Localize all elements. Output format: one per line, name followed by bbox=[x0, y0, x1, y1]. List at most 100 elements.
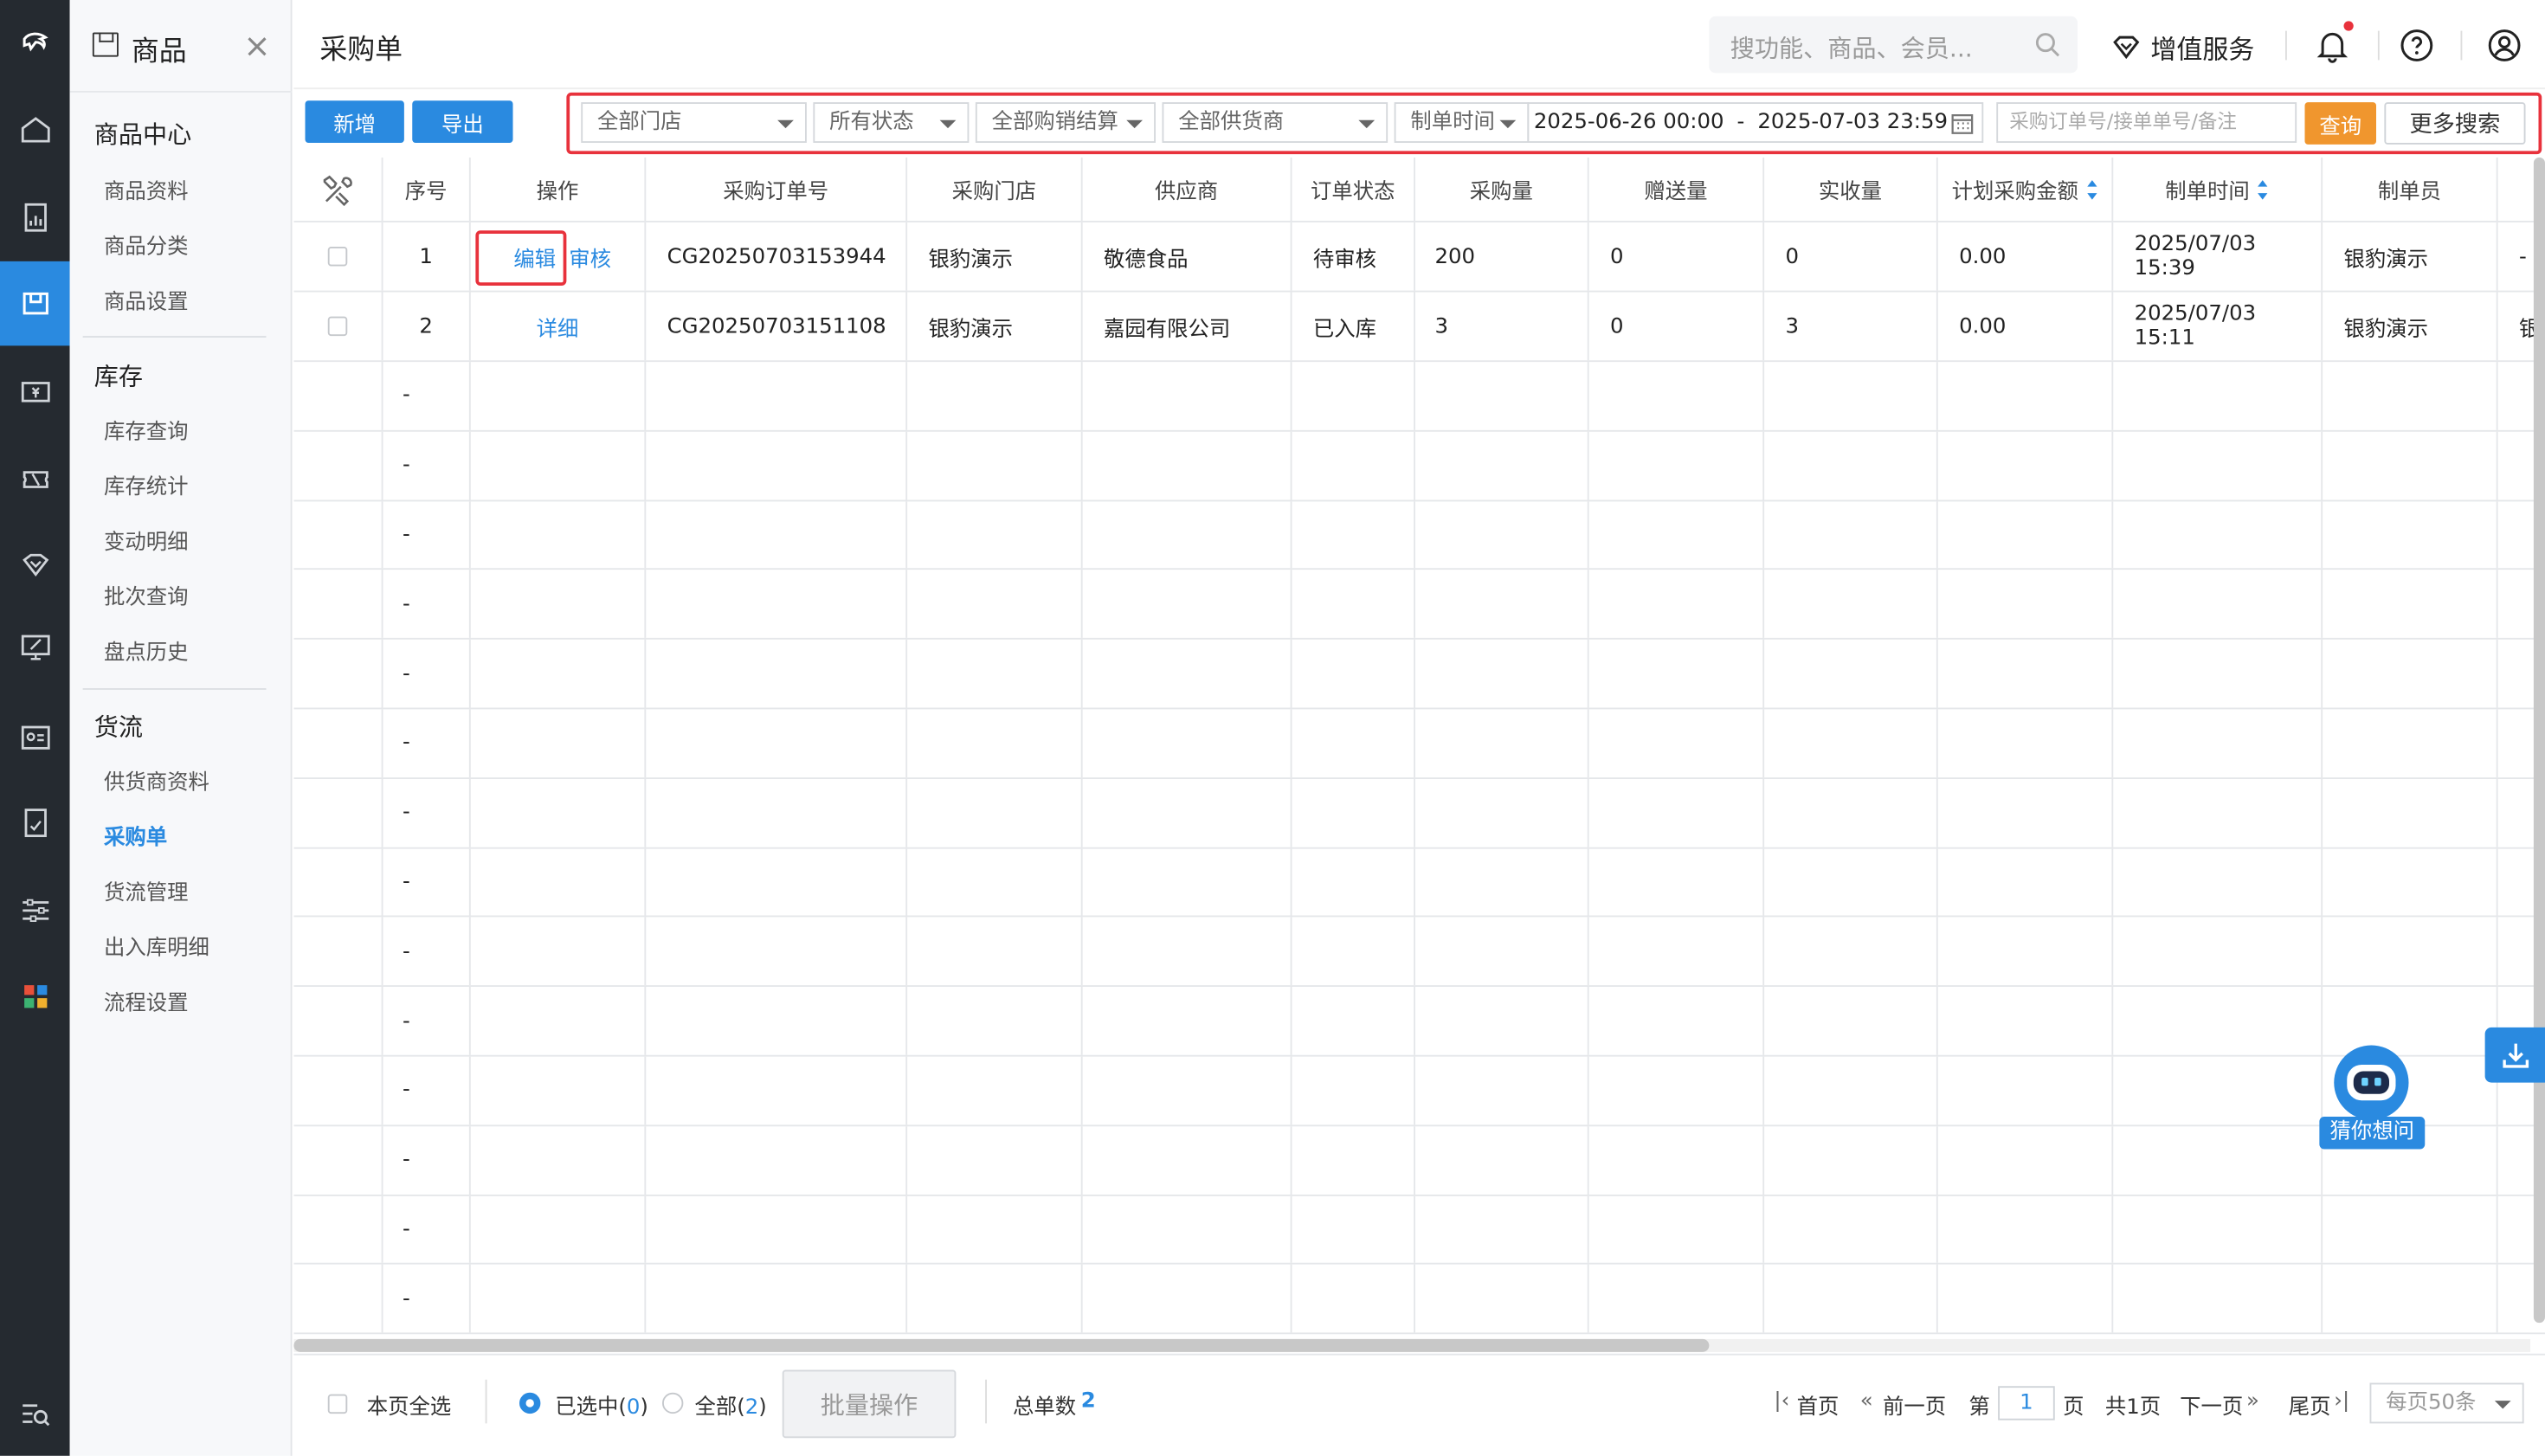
empty-cell bbox=[1589, 1056, 1765, 1124]
empty-cell bbox=[2323, 847, 2498, 917]
empty-cell bbox=[1292, 1265, 1415, 1333]
empty-cell bbox=[1415, 640, 1589, 708]
empty-cell bbox=[1415, 362, 1589, 430]
empty-cell bbox=[1292, 918, 1415, 986]
download-button[interactable] bbox=[2484, 1027, 2545, 1083]
detail-link[interactable]: 详细 bbox=[537, 311, 579, 342]
sidebar-item-purchase-order[interactable]: 采购单 bbox=[104, 820, 167, 850]
sidebar-item-supplier-info[interactable]: 供货商资料 bbox=[104, 764, 209, 796]
empty-cell bbox=[293, 918, 383, 986]
user-icon[interactable] bbox=[2487, 28, 2522, 63]
cash-icon[interactable] bbox=[0, 349, 70, 434]
review-link[interactable]: 审核 bbox=[569, 241, 611, 272]
empty-cell bbox=[1083, 640, 1292, 708]
report-icon[interactable] bbox=[0, 176, 70, 261]
empty-row-mark: - bbox=[383, 987, 471, 1055]
menu-search-icon[interactable] bbox=[0, 1371, 70, 1456]
empty-cell bbox=[471, 1056, 647, 1124]
secondary-nav: 商品 × 商品中心 商品资料 商品分类 商品设置 库存 库存查询 库存统计 变动… bbox=[69, 0, 293, 1456]
row-checkbox[interactable] bbox=[327, 316, 348, 337]
next-page-link[interactable]: 下一页 bbox=[2180, 1389, 2243, 1421]
assistant-bot[interactable]: 猜你想问 bbox=[2319, 1044, 2426, 1151]
tools-icon[interactable] bbox=[319, 171, 355, 207]
row-checkbox[interactable] bbox=[327, 247, 348, 267]
export-button[interactable]: 导出 bbox=[412, 100, 513, 143]
highlight-box bbox=[566, 92, 2542, 155]
sidebar-item-flow-manage[interactable]: 货流管理 bbox=[104, 875, 189, 905]
empty-row-mark: - bbox=[383, 1265, 471, 1333]
empty-cell bbox=[1415, 1265, 1589, 1333]
all-radio[interactable] bbox=[662, 1392, 684, 1414]
nav-group-label: 商品中心 bbox=[93, 119, 192, 150]
sidebar-item-flow-settings[interactable]: 流程设置 bbox=[104, 985, 189, 1016]
next-page-icon[interactable]: » bbox=[2246, 1389, 2259, 1414]
empty-cell bbox=[1938, 1195, 2114, 1264]
sidebar-item-stock-query[interactable]: 库存查询 bbox=[104, 414, 189, 445]
sidebar-item-batch-query[interactable]: 批次查询 bbox=[104, 579, 189, 610]
prev-page-link[interactable]: 前一页 bbox=[1883, 1389, 1946, 1421]
sidebar-item-change-detail[interactable]: 变动明细 bbox=[104, 525, 189, 555]
empty-cell bbox=[1938, 847, 2114, 917]
highlight-box bbox=[475, 230, 567, 286]
add-button[interactable]: 新增 bbox=[305, 100, 404, 143]
empty-cell bbox=[2113, 1125, 2323, 1195]
empty-cell bbox=[1764, 640, 1938, 708]
empty-cell bbox=[471, 709, 647, 777]
empty-cell bbox=[1589, 362, 1765, 430]
empty-cell bbox=[2113, 570, 2323, 639]
row-checkbox-cell bbox=[293, 292, 383, 361]
empty-cell bbox=[2113, 1265, 2323, 1333]
column-settings-cell[interactable] bbox=[293, 157, 383, 221]
first-page-link[interactable]: 首页 bbox=[1797, 1389, 1839, 1421]
finance-icon[interactable] bbox=[0, 781, 70, 866]
value-added-services-link[interactable]: 增值服务 bbox=[2110, 28, 2254, 67]
sidebar-item-stocktake-history[interactable]: 盘点历史 bbox=[104, 635, 189, 666]
empty-cell bbox=[1292, 431, 1415, 499]
sort-icon[interactable] bbox=[2256, 177, 2269, 200]
sidebar-item-stock-stats[interactable]: 库存统计 bbox=[104, 469, 189, 499]
empty-cell bbox=[646, 362, 908, 430]
nav-group-label: 库存 bbox=[93, 362, 144, 391]
logo-icon[interactable] bbox=[0, 0, 70, 85]
global-search-input[interactable]: 搜功能、商品、会员... bbox=[1709, 16, 2078, 74]
last-page-icon[interactable]: ›| bbox=[2334, 1389, 2349, 1414]
sort-icon[interactable] bbox=[2084, 177, 2097, 200]
sidebar-item-goods-category[interactable]: 商品分类 bbox=[104, 229, 189, 260]
selected-radio[interactable] bbox=[519, 1392, 541, 1414]
sidebar-item-goods-settings[interactable]: 商品设置 bbox=[104, 284, 189, 315]
empty-cell bbox=[1589, 987, 1765, 1055]
column-header: 序号 bbox=[383, 157, 471, 221]
horizontal-scrollbar[interactable] bbox=[293, 1338, 1710, 1352]
prev-page-icon[interactable]: « bbox=[1860, 1389, 1873, 1414]
member-icon[interactable] bbox=[0, 523, 70, 608]
empty-cell bbox=[646, 1056, 908, 1124]
batch-operation-button[interactable]: 批量操作 bbox=[782, 1369, 957, 1439]
header-divider bbox=[2377, 30, 2380, 61]
first-page-icon[interactable]: |‹ bbox=[1774, 1389, 1789, 1414]
column-header-sortable[interactable]: 制单时间 bbox=[2113, 157, 2323, 221]
promo-icon[interactable] bbox=[0, 605, 70, 690]
empty-cell bbox=[293, 987, 383, 1055]
ticket-icon[interactable] bbox=[0, 436, 70, 521]
per-page-select[interactable]: 每页50条 bbox=[2369, 1382, 2524, 1424]
apps-icon[interactable] bbox=[0, 955, 70, 1040]
staff-icon[interactable] bbox=[0, 695, 70, 780]
column-header-sortable[interactable]: 计划采购金额 bbox=[1938, 157, 2114, 221]
goods-icon[interactable] bbox=[0, 261, 70, 346]
sidebar-item-inout-detail[interactable]: 出入库明细 bbox=[104, 930, 209, 961]
select-page-checkbox[interactable] bbox=[327, 1394, 348, 1414]
empty-cell bbox=[646, 918, 908, 986]
search-icon[interactable] bbox=[2033, 31, 2061, 59]
empty-cell bbox=[1083, 1125, 1292, 1195]
home-icon[interactable] bbox=[0, 87, 70, 172]
settings-sliders-icon[interactable] bbox=[0, 868, 70, 953]
close-icon[interactable]: × bbox=[243, 26, 270, 65]
goods-box-icon bbox=[92, 32, 119, 57]
help-icon[interactable] bbox=[2399, 28, 2434, 63]
sidebar-item-goods-info[interactable]: 商品资料 bbox=[104, 174, 189, 204]
purchase-qty: 3 bbox=[1415, 292, 1589, 361]
vertical-scrollbar[interactable] bbox=[2533, 157, 2545, 1324]
last-page-link[interactable]: 尾页 bbox=[2289, 1389, 2331, 1421]
page-number-input[interactable]: 1 bbox=[1998, 1386, 2055, 1421]
bell-icon[interactable] bbox=[2313, 26, 2352, 65]
